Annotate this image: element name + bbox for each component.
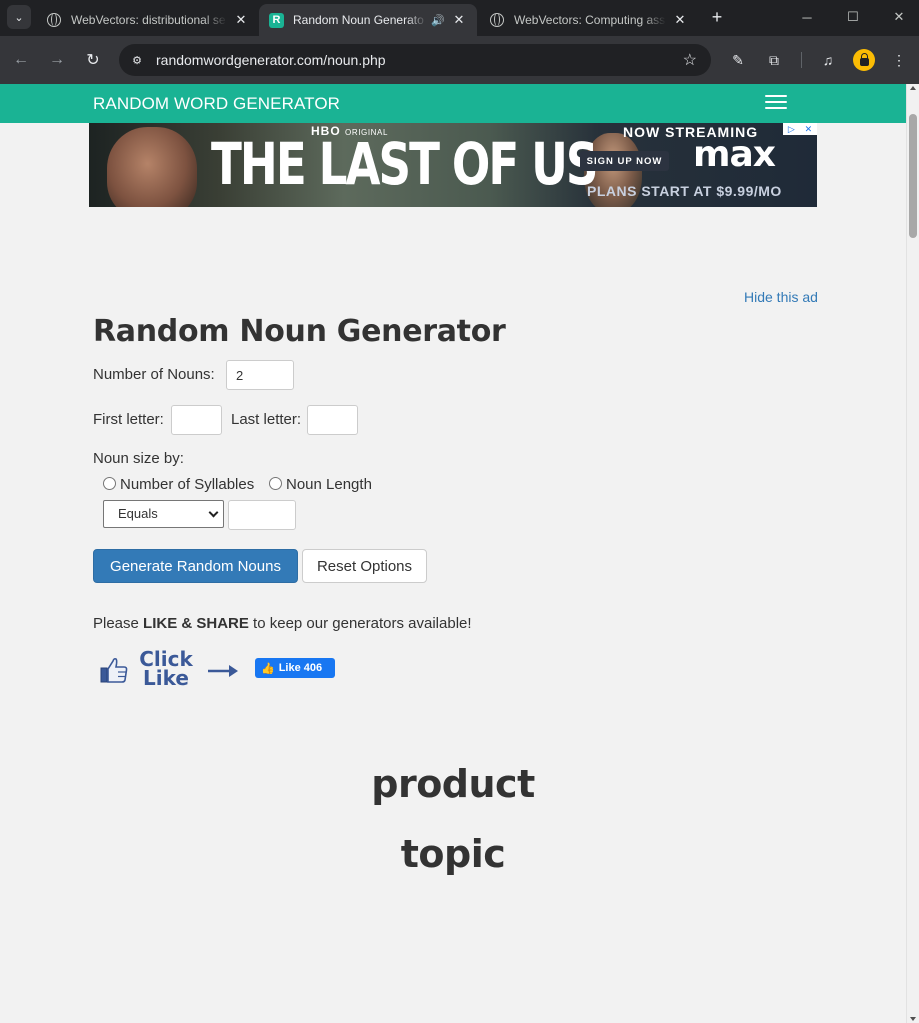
tab-random-noun-generator[interactable]: R Random Noun Generato 🔊 ✕ — [259, 4, 477, 36]
address-bar[interactable]: ⚙ randomwordgenerator.com/noun.php ☆ — [119, 44, 711, 76]
tab-title: Random Noun Generato — [293, 13, 424, 27]
tab-title: WebVectors: distributional se — [71, 13, 226, 27]
num-nouns-label: Number of Nouns: — [93, 366, 215, 383]
first-letter-label: First letter: — [93, 411, 164, 428]
result-word: topic — [400, 832, 506, 876]
hide-ad-link[interactable]: Hide this ad — [744, 289, 818, 305]
globe-icon — [47, 13, 61, 27]
menu-kebab-icon[interactable]: ⋮ — [887, 48, 911, 72]
close-icon[interactable]: ✕ — [233, 12, 249, 28]
syllables-radio-label[interactable]: Number of Syllables — [120, 476, 254, 493]
ad-banner[interactable]: HBO ORIGINAL THE LAST OF US NOW STREAMIN… — [89, 123, 817, 207]
globe-icon — [490, 13, 504, 27]
chevron-down-icon — [208, 507, 219, 518]
new-tab-plus-icon[interactable]: + — [706, 6, 728, 28]
forward-arrow-icon[interactable]: → — [45, 48, 69, 72]
site-favicon-icon: R — [269, 12, 284, 28]
media-control-icon[interactable]: ♫ — [816, 48, 840, 72]
size-value-input[interactable] — [228, 500, 296, 530]
minimize-icon[interactable]: ─ — [792, 6, 822, 28]
page-scrollbar[interactable] — [906, 84, 919, 1023]
hamburger-menu-icon[interactable] — [765, 95, 787, 111]
tab-webvectors-2[interactable]: WebVectors: Computing ass ✕ — [480, 4, 698, 36]
maximize-icon[interactable]: ☐ — [838, 6, 868, 28]
tab-title: WebVectors: Computing ass — [514, 13, 666, 27]
url-text[interactable]: randomwordgenerator.com/noun.php — [156, 52, 386, 68]
last-letter-label: Last letter: — [231, 411, 302, 428]
color-picker-extension-icon[interactable]: ✎ — [726, 48, 750, 72]
window-close-icon[interactable]: ✕ — [884, 6, 914, 28]
site-navbar: RANDOM WORD GENERATOR — [0, 84, 906, 123]
reset-options-button[interactable]: Reset Options — [302, 549, 427, 583]
browser-toolbar: ← → ↻ ⚙ randomwordgenerator.com/noun.php… — [0, 36, 919, 84]
fb-like-count: Like 406 — [278, 662, 323, 674]
tab-webvectors-1[interactable]: WebVectors: distributional se ✕ — [37, 4, 259, 36]
close-icon[interactable]: ✕ — [451, 12, 467, 28]
last-letter-input[interactable] — [307, 405, 358, 435]
share-emphasis: LIKE & SHARE — [143, 615, 249, 632]
ad-max-logo: max — [693, 134, 776, 175]
speaker-icon[interactable]: 🔊 — [431, 14, 445, 27]
share-prefix: Please — [93, 615, 144, 632]
generate-button[interactable]: Generate Random Nouns — [93, 549, 298, 583]
toolbar-divider — [801, 52, 802, 68]
share-suffix: to keep our generators available! — [248, 615, 472, 632]
tab-search-chevron-icon[interactable]: ⌄ — [7, 5, 31, 29]
profile-lock-icon[interactable] — [853, 49, 875, 71]
browser-tab-strip: ⌄ WebVectors: distributional se ✕ R Rand… — [0, 0, 919, 36]
share-prompt: Please LIKE & SHARE to keep our generato… — [93, 615, 472, 632]
reload-icon[interactable]: ↻ — [81, 48, 105, 72]
like-thumb-icon: 👍 — [261, 662, 275, 675]
page-title: Random Noun Generator — [93, 314, 506, 349]
length-radio-label[interactable]: Noun Length — [286, 476, 372, 493]
site-brand[interactable]: RANDOM WORD GENERATOR — [93, 94, 340, 114]
first-letter-input[interactable] — [171, 405, 222, 435]
length-radio[interactable] — [269, 477, 282, 490]
thumbs-up-icon — [100, 657, 128, 683]
size-compare-value: Equals — [118, 506, 158, 521]
adchoices-icon[interactable]: ▷ ✕ — [783, 123, 817, 135]
ad-offer-text: PLANS START AT $9.99/MO — [587, 183, 782, 199]
size-compare-select[interactable]: Equals — [103, 500, 224, 528]
scroll-up-arrow-icon[interactable] — [910, 86, 916, 90]
ad-actor-image — [107, 127, 197, 207]
close-icon[interactable]: ✕ — [672, 12, 688, 28]
scrollbar-thumb[interactable] — [909, 114, 917, 238]
click-like-prompt: Click Like — [139, 647, 193, 690]
arrow-right-icon — [208, 665, 238, 677]
size-by-label: Noun size by: — [93, 450, 184, 467]
facebook-like-button[interactable]: 👍 Like 406 — [255, 658, 335, 678]
result-word: product — [371, 762, 535, 806]
syllables-radio[interactable] — [103, 477, 116, 490]
extensions-puzzle-icon[interactable]: ⧉ — [762, 48, 786, 72]
bookmark-star-icon[interactable]: ☆ — [683, 50, 697, 70]
back-arrow-icon[interactable]: ← — [9, 48, 33, 72]
ad-signup-button[interactable]: SIGN UP NOW — [580, 151, 669, 171]
ad-headline: THE LAST OF US — [211, 130, 598, 198]
site-settings-icon[interactable]: ⚙ — [129, 52, 145, 68]
num-nouns-input[interactable]: 2 — [226, 360, 294, 390]
scroll-down-arrow-icon[interactable] — [910, 1017, 916, 1021]
